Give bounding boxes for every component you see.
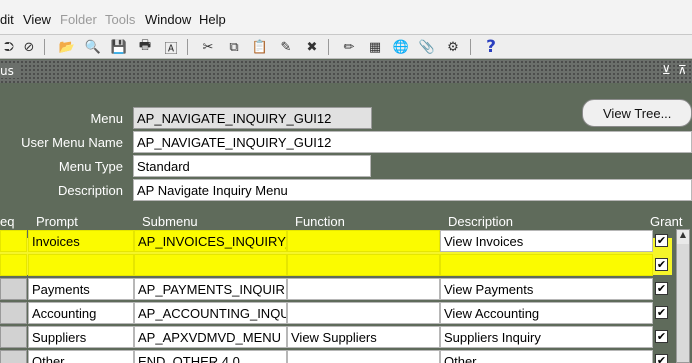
menu-type-field[interactable]: Standard xyxy=(133,155,371,177)
zoom-icon[interactable]: ⚙ xyxy=(444,38,462,56)
menu-type-label: Menu Type xyxy=(58,159,123,174)
grant-checkbox[interactable]: ✔ xyxy=(655,330,668,343)
prompt-cell[interactable] xyxy=(28,254,134,276)
paste-icon[interactable]: 📋 xyxy=(251,38,269,56)
function-cell[interactable] xyxy=(287,350,440,363)
function-cell[interactable] xyxy=(287,278,440,300)
scroll-up-icon[interactable]: ▲ xyxy=(677,230,689,244)
copy-icon[interactable]: ⧉ xyxy=(225,38,243,56)
submenu-cell[interactable] xyxy=(134,254,287,276)
clip-icon[interactable]: 📎 xyxy=(418,38,436,56)
description-cell[interactable] xyxy=(440,254,653,276)
window-title-bar: us ⊻ ⊼ xyxy=(0,60,692,83)
toolbar: ⮊ ⊘ 📂 🔍 💾 🖶 🄰 ✂ ⧉ 📋 ✎ ✖ ✏ ▦ 🌐 📎 ⚙ ? xyxy=(0,35,692,59)
prompt-cell[interactable]: Invoices xyxy=(28,230,134,252)
prompt-cell[interactable]: Payments xyxy=(28,278,134,300)
translate-icon[interactable]: 🄰 xyxy=(162,38,180,57)
minimize-icon[interactable]: ⊻ xyxy=(662,63,671,77)
column-header-seq: eq xyxy=(0,214,15,229)
grant-checkbox[interactable]: ✔ xyxy=(655,306,668,319)
menus-form: Menu AP_NAVIGATE_INQUIRY_GUI12 User Menu… xyxy=(0,83,692,363)
function-cell[interactable]: View Suppliers xyxy=(287,326,440,348)
row-selector[interactable] xyxy=(0,278,27,300)
menu-window[interactable]: Window xyxy=(145,12,191,27)
table-row: Other END_OTHER 4.0 Other ✔ xyxy=(0,350,692,363)
submenu-cell[interactable]: END_OTHER 4.0 xyxy=(134,350,287,363)
submenu-cell[interactable]: AP_INVOICES_INQUIRY_ xyxy=(134,230,287,252)
user-menu-name-field[interactable]: AP_NAVIGATE_INQUIRY_GUI12 xyxy=(133,131,692,153)
menu-folder[interactable]: Folder xyxy=(60,12,97,27)
submenu-cell[interactable]: AP_PAYMENTS_INQUIR xyxy=(134,278,287,300)
table-row: Payments AP_PAYMENTS_INQUIR View Payment… xyxy=(0,278,692,302)
toolbar-separator xyxy=(470,39,471,55)
new-record-icon[interactable]: ✎ xyxy=(277,38,295,56)
print-icon[interactable]: 🖶 xyxy=(136,38,154,56)
window-title: us xyxy=(0,64,20,78)
delete-record-icon[interactable]: ✖ xyxy=(303,38,321,56)
cut-icon[interactable]: ✂ xyxy=(199,38,217,56)
row-selector[interactable] xyxy=(0,230,27,252)
table-row: Invoices AP_INVOICES_INQUIRY_ View Invoi… xyxy=(0,230,692,254)
find-icon[interactable]: 🔍 xyxy=(84,38,102,56)
description-cell[interactable]: View Accounting xyxy=(440,302,653,324)
description-cell[interactable]: View Payments xyxy=(440,278,653,300)
menu-bar: dit View Folder Tools Window Help xyxy=(0,0,692,35)
save-icon[interactable]: 💾 xyxy=(110,38,128,56)
prompt-cell[interactable]: Other xyxy=(28,350,134,363)
row-selector[interactable] xyxy=(0,302,27,324)
edit-icon[interactable]: ✏ xyxy=(340,38,358,56)
row-selector[interactable] xyxy=(0,254,27,276)
menu-field[interactable]: AP_NAVIGATE_INQUIRY_GUI12 xyxy=(133,107,372,129)
menu-help[interactable]: Help xyxy=(199,12,226,27)
grant-checkbox[interactable]: ✔ xyxy=(655,258,668,271)
prompt-cell[interactable]: Accounting xyxy=(28,302,134,324)
attachment-icon[interactable]: ▦ xyxy=(366,38,384,56)
table-row: Suppliers AP_APXVDMVD_MENU View Supplier… xyxy=(0,326,692,350)
menu-edit[interactable]: dit xyxy=(0,12,14,27)
navigator-icon[interactable]: ⮊ xyxy=(0,38,18,56)
column-header-submenu: Submenu xyxy=(142,214,198,229)
table-row: Accounting AP_ACCOUNTING_INQU View Accou… xyxy=(0,302,692,326)
submenu-cell[interactable]: AP_APXVDMVD_MENU xyxy=(134,326,287,348)
menu-label: Menu xyxy=(90,111,123,126)
world-icon[interactable]: 🌐 xyxy=(392,38,410,56)
toolbar-separator xyxy=(44,39,45,55)
maximize-icon[interactable]: ⊼ xyxy=(678,63,687,77)
description-label: Description xyxy=(57,183,123,198)
function-cell[interactable] xyxy=(287,254,440,276)
refresh-icon[interactable]: ⊘ xyxy=(20,38,38,56)
folder-open-icon[interactable]: 📂 xyxy=(58,38,76,56)
description-field[interactable]: AP Navigate Inquiry Menu xyxy=(133,179,692,201)
grant-checkbox[interactable]: ✔ xyxy=(655,234,668,247)
submenu-cell[interactable]: AP_ACCOUNTING_INQU xyxy=(134,302,287,324)
column-header-description: Description xyxy=(448,214,514,229)
column-header-grant: Grant xyxy=(650,214,683,229)
prompt-cell[interactable]: Suppliers xyxy=(28,326,134,348)
toolbar-separator xyxy=(328,39,329,55)
help-icon[interactable]: ? xyxy=(482,37,500,57)
view-tree-button[interactable]: View Tree... xyxy=(582,99,692,127)
description-cell[interactable]: Other xyxy=(440,350,653,363)
description-cell[interactable]: View Invoices xyxy=(440,230,653,252)
table-scrollbar[interactable]: ▲ xyxy=(676,229,690,363)
table-row: ✔ xyxy=(0,254,692,278)
description-cell[interactable]: Suppliers Inquiry xyxy=(440,326,653,348)
user-menu-name-label: User Menu Name xyxy=(21,135,123,150)
column-header-function: Function xyxy=(295,214,345,229)
row-selector[interactable] xyxy=(0,350,27,363)
menu-tools[interactable]: Tools xyxy=(105,12,135,27)
toolbar-separator xyxy=(187,39,188,55)
column-header-prompt: Prompt xyxy=(36,214,78,229)
grant-checkbox[interactable]: ✔ xyxy=(655,354,668,363)
grant-checkbox[interactable]: ✔ xyxy=(655,282,668,295)
function-cell[interactable] xyxy=(287,302,440,324)
row-selector[interactable] xyxy=(0,326,27,348)
function-cell[interactable] xyxy=(287,230,440,252)
menu-view[interactable]: View xyxy=(23,12,51,27)
